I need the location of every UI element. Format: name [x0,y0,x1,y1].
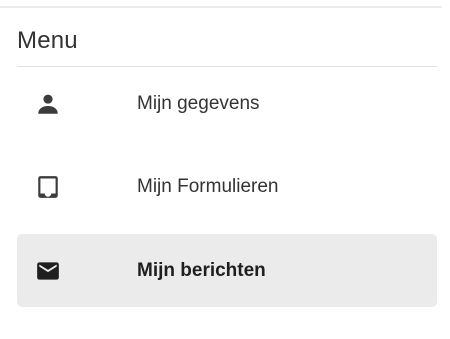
top-border [0,6,442,8]
menu-item-label: Mijn gegevens [137,93,260,114]
person-icon [38,94,58,114]
menu-panel: Menu Mijn gegevens Mijn Formulieren Mijn… [0,0,450,339]
menu-item-mijn-berichten[interactable]: Mijn berichten [17,234,437,307]
menu-item-mijn-gegevens[interactable]: Mijn gegevens [17,67,437,140]
envelope-icon [37,262,59,280]
menu-item-label: Mijn berichten [137,260,266,281]
inbox-icon [38,176,58,198]
menu-item-mijn-formulieren[interactable]: Mijn Formulieren [17,150,437,223]
menu-item-label: Mijn Formulieren [137,176,279,197]
menu-title: Menu [17,27,78,54]
